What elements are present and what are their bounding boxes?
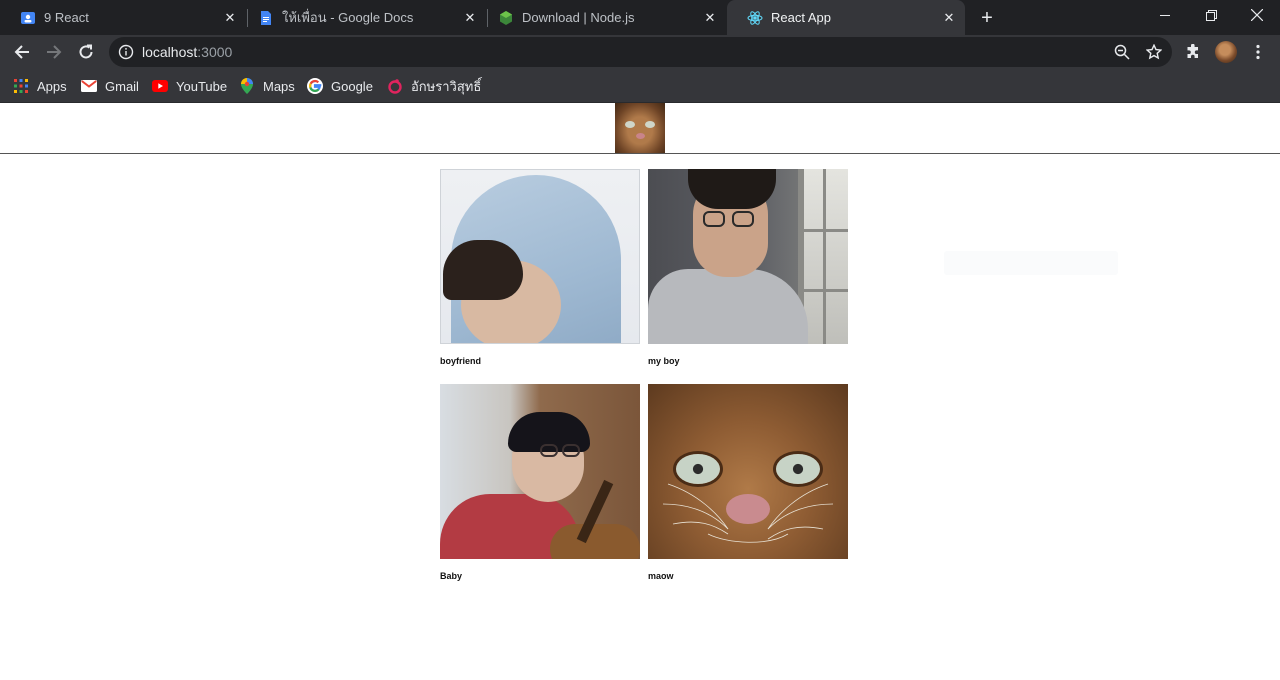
react-icon <box>747 10 763 26</box>
menu-kebab-icon[interactable] <box>1248 42 1268 62</box>
tab-title: Download | Node.js <box>522 10 635 25</box>
nodejs-icon <box>498 10 514 26</box>
tab-react-app[interactable]: React App ✕ <box>727 0 965 35</box>
photo-caption: my boy <box>648 356 680 366</box>
site-info-icon[interactable] <box>118 44 134 60</box>
window-frame <box>823 169 826 344</box>
cat-nose <box>636 133 645 139</box>
cat-eye <box>625 121 635 128</box>
photo-caption: boyfriend <box>440 356 482 366</box>
bookmark-aksarawisut[interactable]: อักษราวิสุทธิ์ <box>387 75 481 97</box>
bookmark-maps[interactable]: Maps <box>239 75 295 97</box>
back-button[interactable] <box>8 38 36 66</box>
glasses-lens <box>562 444 580 457</box>
bookmark-label: อักษราวิสุทธิ์ <box>411 78 482 94</box>
close-tab-icon[interactable]: ✕ <box>460 8 480 28</box>
bookmark-label: YouTube <box>176 78 228 94</box>
new-tab-button[interactable]: + <box>975 6 999 30</box>
close-window-icon <box>1251 9 1263 21</box>
bookmark-google[interactable]: Google <box>307 75 373 97</box>
window-frame <box>798 289 848 292</box>
bookmark-label: Maps <box>263 78 295 94</box>
hoodie-shape <box>648 269 808 344</box>
minimize-icon <box>1160 15 1170 16</box>
photo-card[interactable]: boyfriend <box>440 169 640 366</box>
tab-google-docs[interactable]: ให้เพื่อน - Google Docs ✕ <box>238 0 486 35</box>
bookmark-star-icon[interactable] <box>1146 44 1162 60</box>
glasses-lens <box>540 444 558 457</box>
close-window-button[interactable] <box>1234 0 1280 30</box>
cat-logo-icon <box>615 103 665 153</box>
maps-icon <box>239 78 255 94</box>
close-tab-icon[interactable]: ✕ <box>939 8 959 28</box>
tab-9-react[interactable]: 9 React ✕ <box>0 0 246 35</box>
photo-boyfriend[interactable] <box>440 169 640 344</box>
reload-icon <box>79 44 93 59</box>
close-tab-icon[interactable]: ✕ <box>220 8 240 28</box>
hair-shape <box>443 240 523 300</box>
photo-card[interactable]: maow <box>648 384 848 581</box>
google-docs-icon <box>258 10 274 26</box>
tab-title: ให้เพื่อน - Google Docs <box>282 10 414 25</box>
url-text[interactable]: localhost:3000 <box>142 44 232 60</box>
app-header <box>0 103 1280 154</box>
url-host: localhost <box>142 44 198 60</box>
forward-arrow-icon <box>47 45 62 59</box>
restore-icon <box>1205 9 1217 21</box>
bookmark-apps[interactable]: Apps <box>13 75 67 97</box>
classroom-icon <box>20 10 36 26</box>
tab-strip: 9 React ✕ ให้เพื่อน - Google Docs ✕ Down… <box>0 0 1280 35</box>
restore-window-button[interactable] <box>1188 0 1234 30</box>
bookmarks-bar: Apps Gmail YouTube Maps Google อักษราวิส… <box>0 69 1280 103</box>
bookmark-label: Apps <box>37 78 67 94</box>
minimize-window-button[interactable] <box>1142 0 1188 30</box>
tab-title: React App <box>771 10 831 25</box>
photo-card[interactable]: my boy <box>648 169 848 366</box>
bookmark-gmail[interactable]: Gmail <box>81 75 139 97</box>
react-app-page: boyfriend my boy Baby maow <box>0 103 1280 680</box>
glasses-lens <box>732 211 754 227</box>
cat-whiskers <box>662 483 834 543</box>
back-arrow-icon <box>14 45 29 59</box>
profile-avatar[interactable] <box>1215 41 1237 63</box>
browser-toolbar: localhost:3000 <box>0 35 1280 69</box>
close-tab-icon[interactable]: ✕ <box>700 8 720 28</box>
photo-caption: Baby <box>440 571 463 581</box>
google-icon <box>307 78 323 94</box>
url-port: :3000 <box>197 44 233 60</box>
cat-eye <box>645 121 655 128</box>
gmail-icon <box>81 78 97 94</box>
tab-nodejs[interactable]: Download | Node.js ✕ <box>478 0 726 35</box>
photo-caption: maow <box>648 571 674 581</box>
window-frame <box>798 229 848 232</box>
forward-button[interactable] <box>40 38 68 66</box>
photo-my-boy[interactable] <box>648 169 848 344</box>
zoom-icon[interactable] <box>1114 44 1130 60</box>
guitar-shape <box>550 524 640 559</box>
faint-overlay-widget <box>944 251 1118 275</box>
extensions-puzzle-icon[interactable] <box>1183 42 1203 62</box>
address-bar[interactable]: localhost:3000 <box>109 37 1172 67</box>
photo-card[interactable]: Baby <box>440 384 640 581</box>
youtube-icon <box>152 78 168 94</box>
bookmark-youtube[interactable]: YouTube <box>152 75 227 97</box>
photo-maow[interactable] <box>648 384 848 559</box>
glasses-lens <box>703 211 725 227</box>
reload-button[interactable] <box>72 38 100 66</box>
apps-grid-icon <box>13 78 29 94</box>
tab-title: 9 React <box>44 10 89 25</box>
hair-shape <box>688 169 776 209</box>
photo-baby[interactable] <box>440 384 640 559</box>
bookmark-label: Google <box>331 78 373 94</box>
bookmark-label: Gmail <box>105 78 139 94</box>
bookmark-site-icon <box>387 78 403 94</box>
